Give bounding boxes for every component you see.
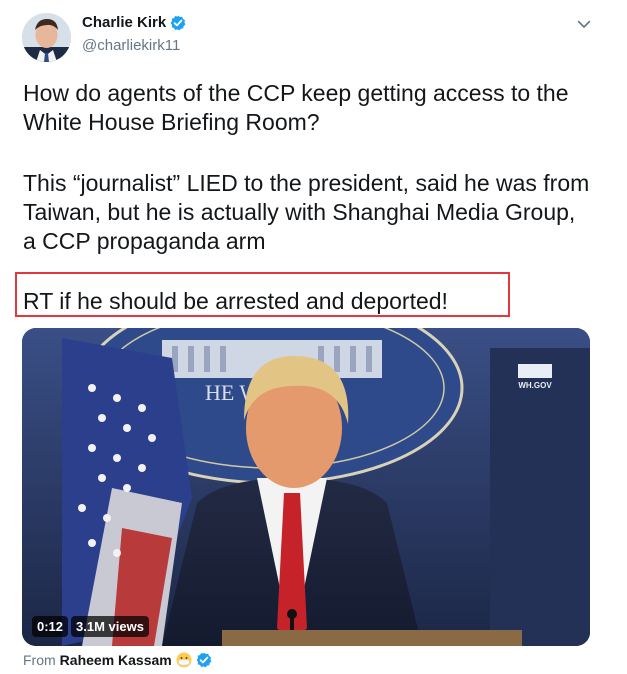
chevron-down-icon[interactable] xyxy=(575,15,593,33)
avatar[interactable] xyxy=(22,13,71,62)
source-name-link[interactable]: Raheem Kassam xyxy=(60,652,172,668)
verified-badge-icon xyxy=(170,15,186,31)
tweet-text-paragraph-3: RT if he should be arrested and deported… xyxy=(23,288,448,314)
avatar-image xyxy=(22,13,71,62)
video-views-badge: 3.1M views xyxy=(71,616,149,637)
tweet-card: Charlie Kirk @charliekirk11 How do agent… xyxy=(0,0,627,674)
wh-gov-seal: WH.GOV xyxy=(518,364,552,390)
video-frame: HE WH OUSE WH.GOV xyxy=(22,328,590,646)
seal-text: WH.GOV xyxy=(518,381,552,390)
source-prefix: From xyxy=(23,652,56,668)
author-name-row[interactable]: Charlie Kirk xyxy=(82,14,186,31)
verified-badge-icon xyxy=(196,652,212,668)
face-with-medical-mask-icon xyxy=(176,652,192,668)
author-handle[interactable]: @charliekirk11 xyxy=(82,37,180,54)
source-attribution: From Raheem Kassam xyxy=(23,652,212,668)
video-duration-badge: 0:12 xyxy=(32,616,69,637)
tweet-text-paragraph-2: This “journalist” LIED to the president,… xyxy=(23,170,590,254)
video-player[interactable]: HE WH OUSE WH.GOV xyxy=(22,328,590,646)
author-display-name[interactable]: Charlie Kirk xyxy=(82,14,166,31)
tweet-text-paragraph-1: How do agents of the CCP keep getting ac… xyxy=(23,80,569,135)
